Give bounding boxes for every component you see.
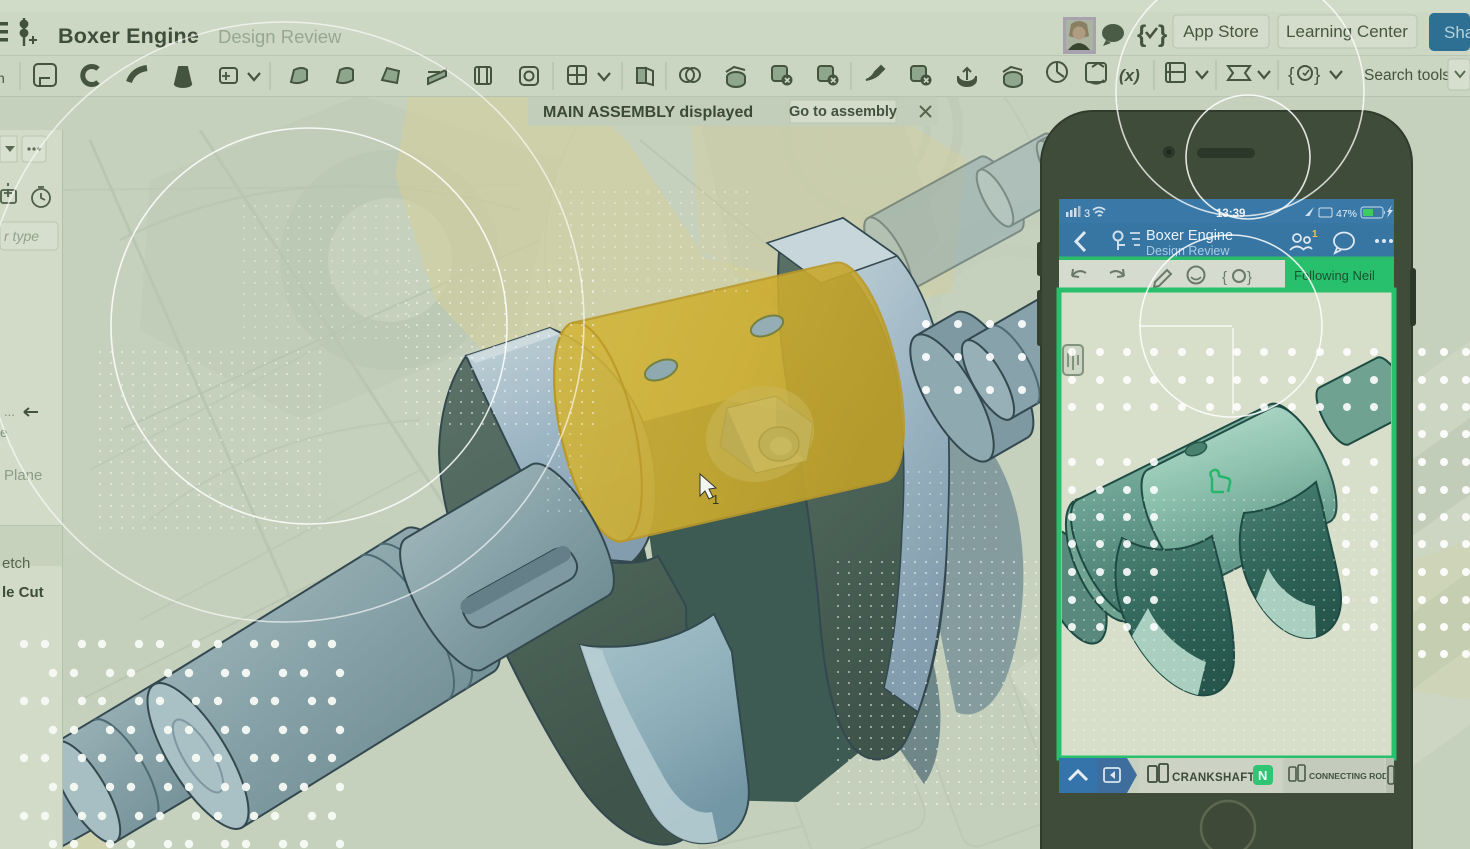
svg-text:n: n xyxy=(0,70,5,86)
svg-text:le Cut: le Cut xyxy=(2,584,44,601)
svg-text:CRANKSHAFT: CRANKSHAFT xyxy=(1172,772,1255,784)
svg-text:}: } xyxy=(1158,21,1167,48)
svg-text:App Store: App Store xyxy=(1183,22,1259,41)
svg-text:(x): (x) xyxy=(1119,66,1140,85)
svg-text:{: { xyxy=(1222,269,1227,286)
svg-text:CONNECTING ROD: CONNECTING ROD xyxy=(1309,771,1388,781)
svg-text:Boxer Engine: Boxer Engine xyxy=(58,24,199,48)
svg-text:{: { xyxy=(1288,65,1295,86)
svg-text:Design Review: Design Review xyxy=(218,26,342,47)
svg-text:Go to assembly: Go to assembly xyxy=(789,104,897,120)
svg-text:1: 1 xyxy=(712,492,719,507)
svg-text:MAIN ASSEMBLY displayed: MAIN ASSEMBLY displayed xyxy=(543,104,753,121)
svg-text:r type: r type xyxy=(4,228,39,244)
svg-text:N: N xyxy=(1258,768,1267,783)
svg-text:Sha: Sha xyxy=(1444,23,1470,42)
svg-text:etch: etch xyxy=(2,555,30,572)
svg-text:1: 1 xyxy=(1312,229,1318,240)
svg-text:{: { xyxy=(1137,21,1146,48)
svg-text:3: 3 xyxy=(1084,208,1090,220)
svg-text:}: } xyxy=(1314,65,1320,86)
svg-text:}: } xyxy=(1247,269,1252,286)
svg-text:47%: 47% xyxy=(1336,208,1357,220)
svg-text:...: ... xyxy=(4,404,15,419)
svg-text:Learning Center: Learning Center xyxy=(1286,22,1408,41)
